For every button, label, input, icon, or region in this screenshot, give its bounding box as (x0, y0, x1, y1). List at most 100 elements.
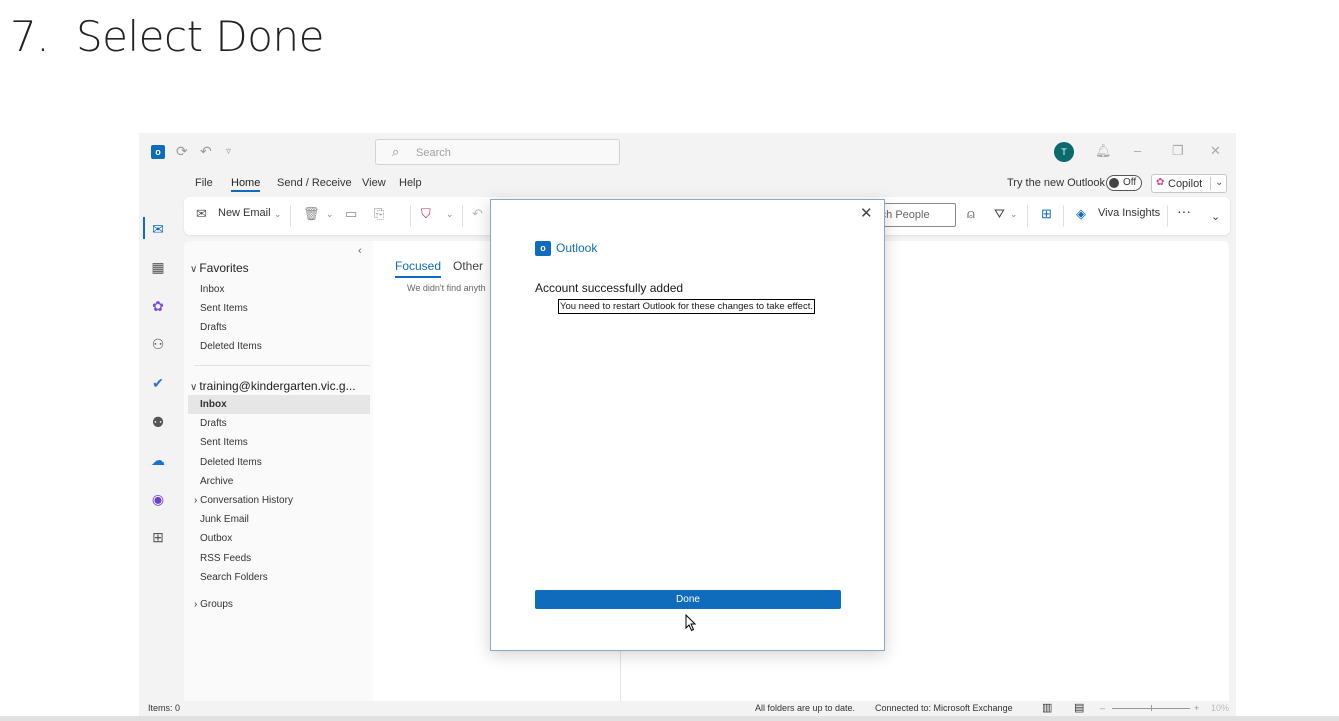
outlook-logo-icon: o (151, 145, 165, 159)
ribbon-separator (410, 205, 411, 227)
more-options-icon[interactable]: ··· (1177, 203, 1191, 219)
folder-drafts[interactable]: Drafts (200, 418, 227, 429)
restore-icon[interactable]: ❐ (1172, 143, 1184, 159)
app-rail: ✉ ▦ ✿ ⚇ ✔ ⚉ ☁ ◉ ⊞ (139, 171, 179, 701)
groups-label: Groups (200, 599, 233, 610)
try-new-outlook-label: Try the new Outlook (1007, 177, 1106, 189)
outlook-logo-icon: o (535, 241, 551, 256)
reply-icon[interactable]: ↶ (472, 206, 483, 222)
ribbon-separator (462, 205, 463, 227)
reading-view-icon[interactable]: ▤ (1074, 701, 1084, 714)
people-icon[interactable]: ⚇ (148, 334, 168, 354)
tab-send-receive[interactable]: Send / Receive (277, 177, 352, 189)
chevron-down-icon: ∨ (190, 264, 198, 275)
delete-dropdown-icon[interactable]: ⌄ (326, 209, 334, 220)
filter-icon[interactable]: ⛛ (994, 206, 1005, 222)
todo-icon[interactable]: ✔ (148, 373, 168, 393)
mouse-cursor-icon (685, 614, 697, 632)
archive-icon[interactable]: ▭ (345, 206, 357, 222)
search-placeholder: Search (416, 147, 451, 159)
folder-conversation-history[interactable]: › Conversation History (194, 495, 293, 506)
account-header[interactable]: ∨ training@kindergarten.vic.g... (190, 379, 356, 393)
tab-help[interactable]: Help (399, 177, 422, 189)
normal-view-icon[interactable]: ▥ (1042, 701, 1052, 714)
favorites-label: Favorites (199, 261, 249, 275)
connection-status: Connected to: Microsoft Exchange (875, 703, 1013, 713)
mail-icon[interactable]: ✉ (148, 219, 168, 239)
search-box[interactable]: ⌕ Search (375, 139, 620, 165)
apps-grid-icon[interactable]: ⊞ (1041, 206, 1052, 222)
more-apps-icon[interactable]: ⊞ (148, 527, 168, 547)
quick-access-dropdown-icon[interactable]: ▿ (226, 146, 231, 157)
folder-sent-items[interactable]: Sent Items (200, 437, 248, 448)
org-explorer-icon[interactable]: ⚉ (148, 412, 168, 432)
chevron-right-icon: › (194, 599, 198, 610)
copilot-label: Copilot (1168, 178, 1203, 190)
copilot-button[interactable]: ✿ Copilot ⌄ (1151, 174, 1227, 193)
folder-archive[interactable]: Archive (200, 476, 233, 487)
zoom-slider-thumb[interactable] (1151, 705, 1152, 711)
ribbon-expand-chevron-icon[interactable]: ⌄ (1211, 210, 1220, 223)
copilot-icon[interactable]: ✿ (148, 296, 168, 316)
folder-fav-deleted-items[interactable]: Deleted Items (200, 341, 262, 352)
copilot-divider (1210, 177, 1211, 190)
status-bar: Items: 0 All folders are up to date. Con… (139, 701, 1236, 716)
done-button[interactable]: Done (535, 590, 841, 609)
viva-insights-button[interactable]: Viva Insights (1098, 207, 1160, 219)
filter-dropdown-icon[interactable]: ⌄ (1010, 209, 1018, 220)
folder-fav-inbox[interactable]: Inbox (200, 284, 224, 295)
step-title: 7. Select Done (10, 12, 324, 61)
tab-file[interactable]: File (195, 177, 213, 189)
chevron-right-icon: › (194, 495, 198, 506)
folder-conversation-history-label: Conversation History (200, 495, 293, 506)
folder-outbox[interactable]: Outbox (200, 533, 232, 544)
calendar-icon[interactable]: ▦ (148, 257, 168, 277)
folder-deleted-items[interactable]: Deleted Items (200, 457, 262, 468)
account-label: training@kindergarten.vic.g... (199, 379, 356, 393)
items-count: Items: 0 (148, 703, 181, 713)
title-bar: o ⟳ ↶ ▿ ⌕ Search T 🔔︎ – ❐ ✕ (139, 133, 1236, 171)
favorites-header[interactable]: ∨ Favorites (190, 261, 249, 275)
tab-home[interactable]: Home (231, 177, 261, 192)
step-number: 7. (10, 12, 50, 61)
sync-icon[interactable]: ⟳ (176, 143, 188, 160)
tab-other[interactable]: Other (453, 259, 483, 273)
tab-view[interactable]: View (362, 177, 386, 189)
folder-rss-feeds[interactable]: RSS Feeds (200, 553, 251, 564)
undo-icon[interactable]: ↶ (200, 143, 212, 160)
ribbon-separator (1027, 205, 1028, 227)
dialog-brand: Outlook (556, 241, 598, 255)
folder-search-folders[interactable]: Search Folders (200, 572, 268, 583)
viva-engage-icon[interactable]: ◉ (148, 489, 168, 509)
tab-focused[interactable]: Focused (395, 259, 442, 278)
zoom-in-icon[interactable]: + (1194, 703, 1199, 713)
zoom-out-icon[interactable]: – (1100, 703, 1105, 713)
chevron-down-icon: ∨ (190, 382, 198, 393)
chevron-down-icon[interactable]: ⌄ (1215, 177, 1223, 188)
new-email-button[interactable]: New Email (218, 207, 271, 219)
folder-fav-drafts[interactable]: Drafts (200, 322, 227, 333)
onedrive-icon[interactable]: ☁ (148, 450, 168, 470)
folder-junk-email[interactable]: Junk Email (200, 514, 249, 525)
move-icon[interactable]: ⎘ (374, 206, 384, 222)
close-window-icon[interactable]: ✕ (1210, 143, 1221, 159)
groups-header[interactable]: › Groups (194, 599, 233, 610)
bell-icon[interactable]: 🔔︎ (1095, 143, 1112, 159)
avatar[interactable]: T (1054, 142, 1074, 162)
toggle-label: Off (1123, 177, 1137, 188)
new-outlook-toggle[interactable]: Off (1106, 175, 1142, 191)
zoom-level: 10% (1211, 703, 1230, 713)
report-shield-icon[interactable]: ⛉ (421, 206, 431, 222)
folder-inbox[interactable]: Inbox (188, 395, 370, 414)
copilot-logo-icon: ✿ (1156, 177, 1165, 188)
close-icon[interactable]: ✕ (860, 204, 873, 222)
delete-icon[interactable]: 🗑︎ (303, 206, 320, 222)
collapse-pane-icon[interactable]: ‹ (358, 245, 362, 257)
new-email-dropdown-icon[interactable]: ⌄ (274, 209, 282, 220)
address-book-icon[interactable]: ⍝ (967, 206, 975, 222)
dialog-heading: Account successfully added (535, 281, 684, 295)
minimize-icon[interactable]: – (1134, 143, 1141, 158)
report-dropdown-icon[interactable]: ⌄ (446, 209, 454, 220)
ribbon-separator (290, 205, 291, 227)
folder-fav-sent-items[interactable]: Sent Items (200, 303, 248, 314)
